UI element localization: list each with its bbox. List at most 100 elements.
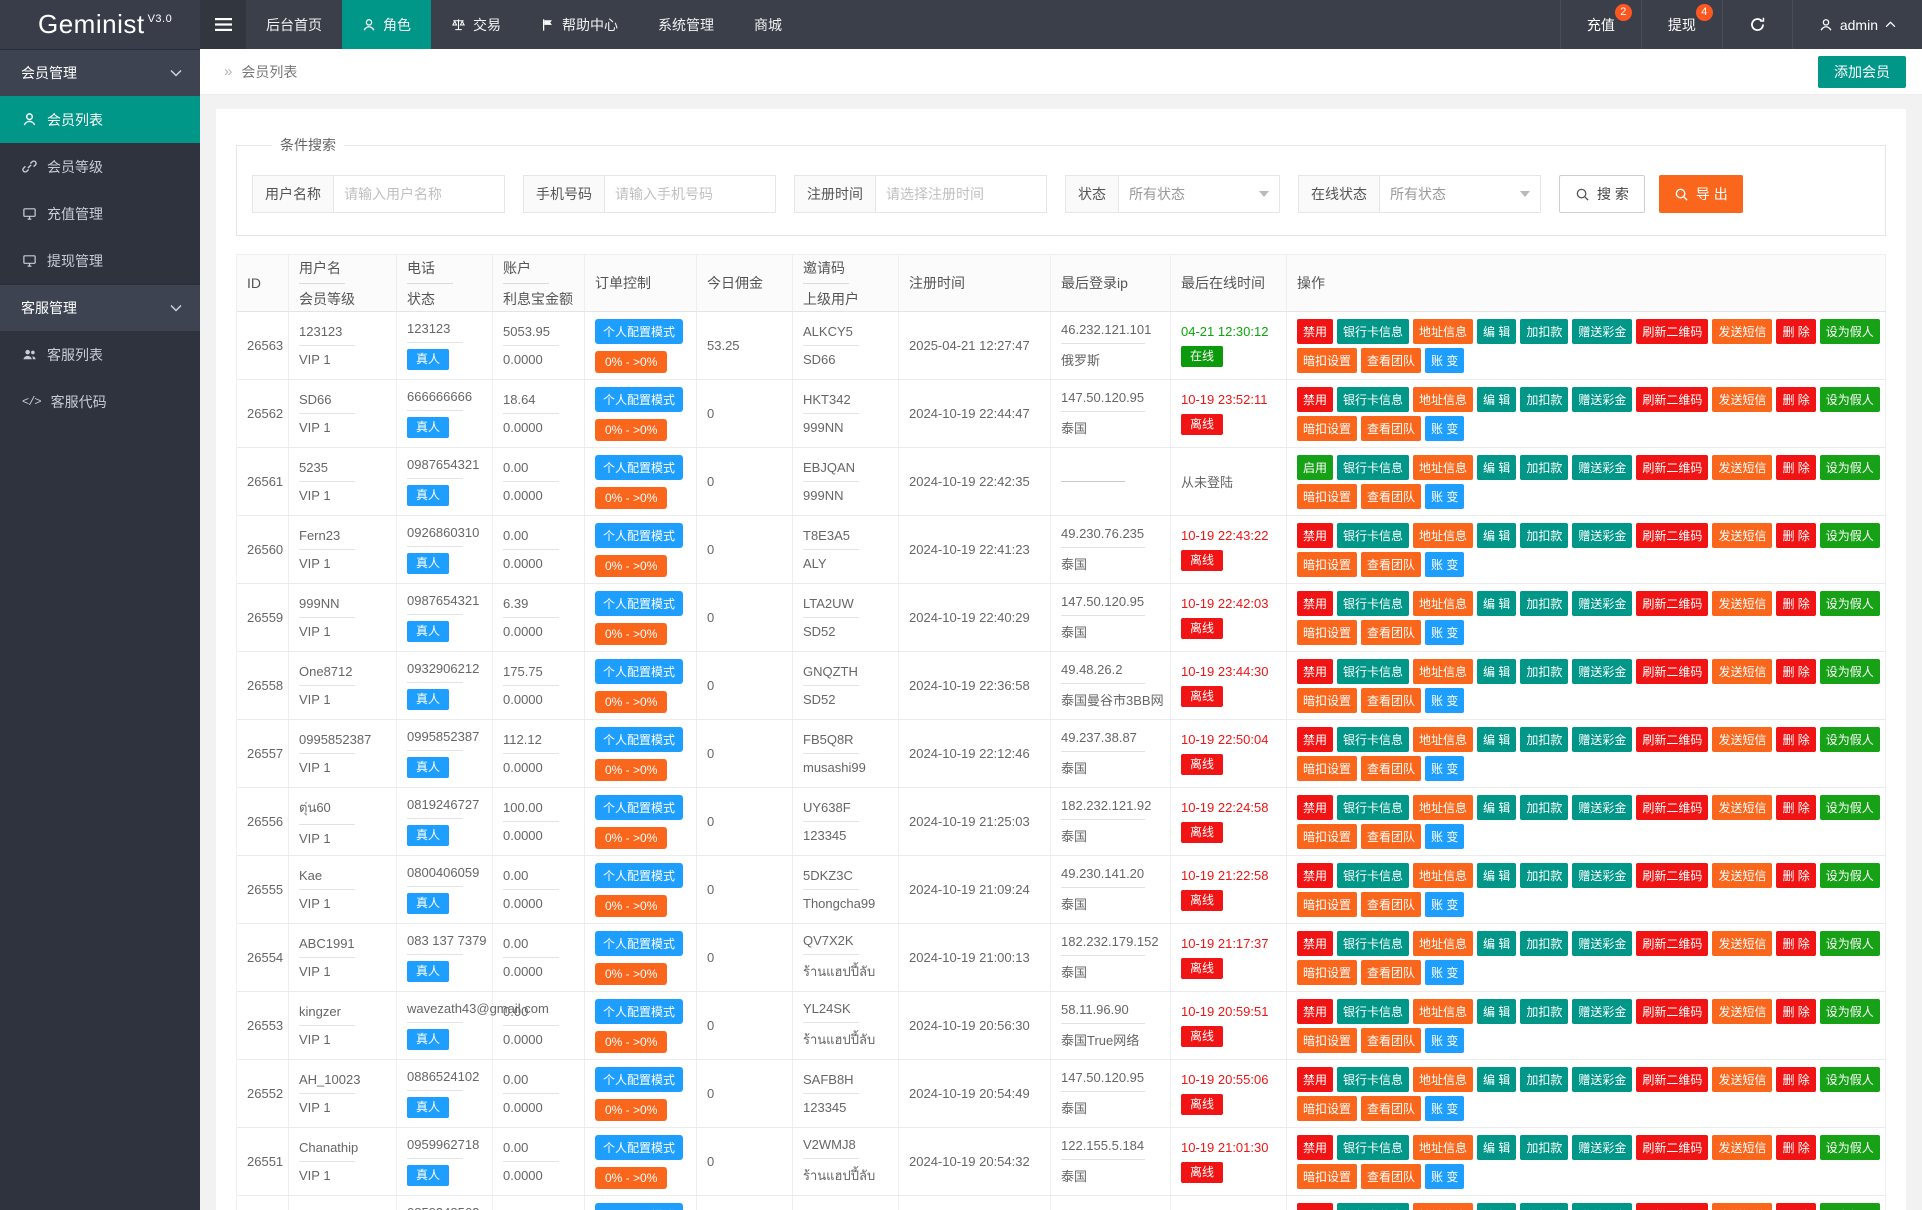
- gift-bonus-button[interactable]: 赠送彩金: [1572, 1135, 1632, 1160]
- delete-button[interactable]: 删 除: [1776, 659, 1815, 684]
- enable-button[interactable]: 启用: [1297, 455, 1333, 480]
- refresh-qrcode-button[interactable]: 刷新二维码: [1636, 591, 1708, 616]
- view-team-button[interactable]: 查看团队: [1361, 1096, 1421, 1121]
- edit-button[interactable]: 编 辑: [1477, 795, 1516, 820]
- refresh-qrcode-button[interactable]: 刷新二维码: [1636, 387, 1708, 412]
- refresh-qrcode-button[interactable]: 刷新二维码: [1636, 659, 1708, 684]
- address-info-button[interactable]: 地址信息: [1413, 1067, 1473, 1092]
- add-deduct-button[interactable]: 加扣款: [1520, 319, 1568, 344]
- view-team-button[interactable]: 查看团队: [1361, 620, 1421, 645]
- set-fake-button[interactable]: 设为假人: [1820, 1067, 1880, 1092]
- set-fake-button[interactable]: 设为假人: [1820, 659, 1880, 684]
- edit-button[interactable]: 编 辑: [1477, 1135, 1516, 1160]
- account-change-button[interactable]: 账 变: [1425, 1164, 1464, 1189]
- refresh-qrcode-button[interactable]: 刷新二维码: [1636, 319, 1708, 344]
- view-team-button[interactable]: 查看团队: [1361, 348, 1421, 373]
- disable-button[interactable]: 禁用: [1297, 1203, 1333, 1210]
- set-fake-button[interactable]: 设为假人: [1820, 523, 1880, 548]
- set-fake-button[interactable]: 设为假人: [1820, 727, 1880, 752]
- disable-button[interactable]: 禁用: [1297, 319, 1333, 344]
- account-change-button[interactable]: 账 变: [1425, 688, 1464, 713]
- disable-button[interactable]: 禁用: [1297, 387, 1333, 412]
- set-fake-button[interactable]: 设为假人: [1820, 591, 1880, 616]
- address-info-button[interactable]: 地址信息: [1413, 659, 1473, 684]
- sidebar-item-withdraw-management[interactable]: 提现管理: [0, 237, 200, 284]
- set-fake-button[interactable]: 设为假人: [1820, 795, 1880, 820]
- view-team-button[interactable]: 查看团队: [1361, 416, 1421, 441]
- refresh-button[interactable]: [1722, 0, 1792, 49]
- delete-button[interactable]: 删 除: [1776, 1067, 1815, 1092]
- add-deduct-button[interactable]: 加扣款: [1520, 999, 1568, 1024]
- send-sms-button[interactable]: 发送短信: [1712, 795, 1772, 820]
- sidebar-item-service-list[interactable]: 客服列表: [0, 331, 200, 378]
- hidden-deduct-settings-button[interactable]: 暗扣设置: [1297, 756, 1357, 781]
- account-change-button[interactable]: 账 变: [1425, 552, 1464, 577]
- gift-bonus-button[interactable]: 赠送彩金: [1572, 523, 1632, 548]
- add-deduct-button[interactable]: 加扣款: [1520, 1203, 1568, 1210]
- add-deduct-button[interactable]: 加扣款: [1520, 1067, 1568, 1092]
- view-team-button[interactable]: 查看团队: [1361, 824, 1421, 849]
- bank-card-info-button[interactable]: 银行卡信息: [1337, 931, 1409, 956]
- add-deduct-button[interactable]: 加扣款: [1520, 727, 1568, 752]
- add-deduct-button[interactable]: 加扣款: [1520, 795, 1568, 820]
- phone-input[interactable]: [604, 175, 776, 213]
- send-sms-button[interactable]: 发送短信: [1712, 591, 1772, 616]
- view-team-button[interactable]: 查看团队: [1361, 1164, 1421, 1189]
- hidden-deduct-settings-button[interactable]: 暗扣设置: [1297, 960, 1357, 985]
- view-team-button[interactable]: 查看团队: [1361, 552, 1421, 577]
- address-info-button[interactable]: 地址信息: [1413, 727, 1473, 752]
- add-deduct-button[interactable]: 加扣款: [1520, 1135, 1568, 1160]
- disable-button[interactable]: 禁用: [1297, 931, 1333, 956]
- delete-button[interactable]: 删 除: [1776, 1203, 1815, 1210]
- send-sms-button[interactable]: 发送短信: [1712, 319, 1772, 344]
- add-deduct-button[interactable]: 加扣款: [1520, 591, 1568, 616]
- delete-button[interactable]: 删 除: [1776, 591, 1815, 616]
- nav-item-help-center[interactable]: 帮助中心: [521, 0, 638, 49]
- refresh-qrcode-button[interactable]: 刷新二维码: [1636, 863, 1708, 888]
- hidden-deduct-settings-button[interactable]: 暗扣设置: [1297, 348, 1357, 373]
- gift-bonus-button[interactable]: 赠送彩金: [1572, 387, 1632, 412]
- address-info-button[interactable]: 地址信息: [1413, 319, 1473, 344]
- delete-button[interactable]: 删 除: [1776, 999, 1815, 1024]
- edit-button[interactable]: 编 辑: [1477, 659, 1516, 684]
- account-change-button[interactable]: 账 变: [1425, 416, 1464, 441]
- gift-bonus-button[interactable]: 赠送彩金: [1572, 931, 1632, 956]
- view-team-button[interactable]: 查看团队: [1361, 484, 1421, 509]
- view-team-button[interactable]: 查看团队: [1361, 1028, 1421, 1053]
- gift-bonus-button[interactable]: 赠送彩金: [1572, 455, 1632, 480]
- disable-button[interactable]: 禁用: [1297, 795, 1333, 820]
- gift-bonus-button[interactable]: 赠送彩金: [1572, 1067, 1632, 1092]
- add-deduct-button[interactable]: 加扣款: [1520, 659, 1568, 684]
- sidebar-group-member-management[interactable]: 会员管理: [0, 49, 200, 96]
- set-fake-button[interactable]: 设为假人: [1820, 999, 1880, 1024]
- disable-button[interactable]: 禁用: [1297, 1135, 1333, 1160]
- gift-bonus-button[interactable]: 赠送彩金: [1572, 863, 1632, 888]
- gift-bonus-button[interactable]: 赠送彩金: [1572, 659, 1632, 684]
- view-team-button[interactable]: 查看团队: [1361, 756, 1421, 781]
- set-fake-button[interactable]: 设为假人: [1820, 1135, 1880, 1160]
- send-sms-button[interactable]: 发送短信: [1712, 999, 1772, 1024]
- account-change-button[interactable]: 账 变: [1425, 484, 1464, 509]
- disable-button[interactable]: 禁用: [1297, 1067, 1333, 1092]
- set-fake-button[interactable]: 设为假人: [1820, 863, 1880, 888]
- send-sms-button[interactable]: 发送短信: [1712, 727, 1772, 752]
- sidebar-item-recharge-management[interactable]: 充值管理: [0, 190, 200, 237]
- hidden-deduct-settings-button[interactable]: 暗扣设置: [1297, 688, 1357, 713]
- add-member-button[interactable]: 添加会员: [1818, 56, 1906, 88]
- nav-item-system[interactable]: 系统管理: [638, 0, 734, 49]
- bank-card-info-button[interactable]: 银行卡信息: [1337, 455, 1409, 480]
- address-info-button[interactable]: 地址信息: [1413, 387, 1473, 412]
- hidden-deduct-settings-button[interactable]: 暗扣设置: [1297, 892, 1357, 917]
- bank-card-info-button[interactable]: 银行卡信息: [1337, 1067, 1409, 1092]
- hidden-deduct-settings-button[interactable]: 暗扣设置: [1297, 416, 1357, 441]
- address-info-button[interactable]: 地址信息: [1413, 1135, 1473, 1160]
- address-info-button[interactable]: 地址信息: [1413, 931, 1473, 956]
- refresh-qrcode-button[interactable]: 刷新二维码: [1636, 1067, 1708, 1092]
- nav-item-role[interactable]: 角色: [342, 0, 431, 49]
- hidden-deduct-settings-button[interactable]: 暗扣设置: [1297, 1028, 1357, 1053]
- disable-button[interactable]: 禁用: [1297, 591, 1333, 616]
- address-info-button[interactable]: 地址信息: [1413, 455, 1473, 480]
- edit-button[interactable]: 编 辑: [1477, 1067, 1516, 1092]
- delete-button[interactable]: 删 除: [1776, 1135, 1815, 1160]
- set-fake-button[interactable]: 设为假人: [1820, 1203, 1880, 1210]
